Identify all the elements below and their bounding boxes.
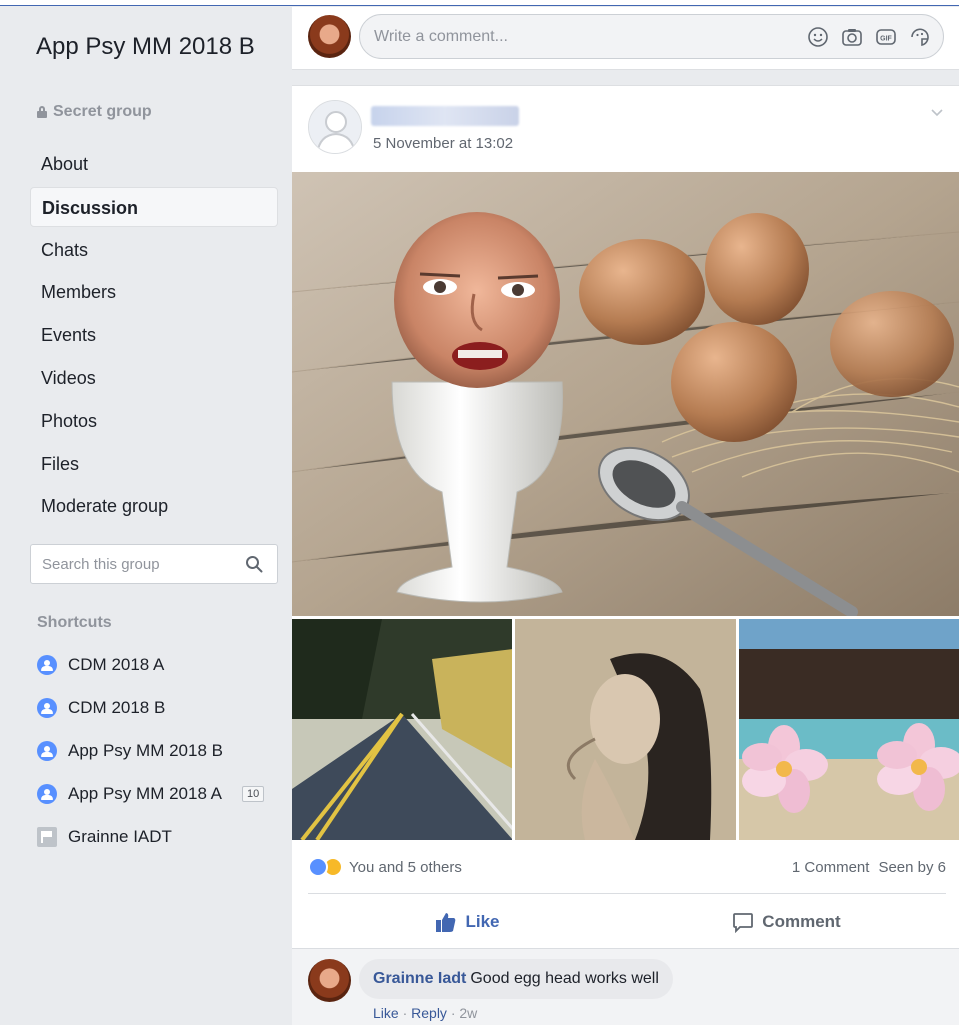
shortcut-cdm-2018-a[interactable]: CDM 2018 A xyxy=(37,643,277,686)
nav-item-videos[interactable]: Videos xyxy=(30,358,278,398)
photo-thumb-flowers-beach[interactable] xyxy=(738,619,959,840)
page-flag-icon xyxy=(37,826,57,847)
road-photo xyxy=(292,619,513,840)
post-main-photo[interactable] xyxy=(292,172,959,616)
search-icon[interactable] xyxy=(245,555,263,573)
comments-section: Grainne Iadt Good egg head works well Lik… xyxy=(292,948,959,1025)
comment-icon xyxy=(733,913,754,933)
reactions-divider xyxy=(308,893,946,894)
comment-author-avatar[interactable] xyxy=(308,959,351,1002)
photo-thumb-woman-portrait[interactable] xyxy=(515,619,736,840)
comment-meta-separator: · xyxy=(402,1005,408,1021)
camera-icon[interactable] xyxy=(841,26,863,48)
photo-thumb-road[interactable] xyxy=(292,619,513,840)
shortcut-app-psy-mm-2018-a[interactable]: App Psy MM 2018 A 10 xyxy=(37,772,277,815)
comment-text: Good egg head works well xyxy=(470,970,659,987)
shortcut-grainne-iadt[interactable]: Grainne IADT xyxy=(37,815,277,858)
gif-icon[interactable]: GIF xyxy=(875,26,897,48)
group-privacy-label: Secret group xyxy=(53,103,152,120)
nav-item-chats[interactable]: Chats xyxy=(30,230,278,270)
comment-button-label: Comment xyxy=(762,912,841,931)
shortcut-cdm-2018-b[interactable]: CDM 2018 B xyxy=(37,686,277,729)
comment-reply-link[interactable]: Reply xyxy=(411,1005,447,1021)
post-author-avatar[interactable] xyxy=(308,100,362,154)
group-icon xyxy=(37,740,57,761)
group-icon xyxy=(37,783,57,804)
thumbs-up-icon xyxy=(436,913,456,932)
notification-count-badge: 10 xyxy=(242,785,265,802)
nav-item-photos[interactable]: Photos xyxy=(30,401,278,441)
composer-tools: GIF xyxy=(807,26,931,48)
group-privacy: Secret group xyxy=(37,103,152,121)
post-timestamp[interactable]: 5 November at 13:02 xyxy=(373,135,513,152)
group-search xyxy=(30,544,278,584)
shortcut-label: App Psy MM 2018 A xyxy=(68,783,223,803)
comment-composer: Write a comment... GIF xyxy=(292,7,959,70)
reactions-bar: You and 5 others 1 Comment Seen by 6 xyxy=(308,852,946,882)
shortcut-label: CDM 2018 B xyxy=(68,697,166,717)
comment-like-link[interactable]: Like xyxy=(373,1005,399,1021)
post-actions: Like Comment xyxy=(308,901,946,943)
comment-meta-separator: · xyxy=(450,1005,456,1021)
group-sidebar: App Psy MM 2018 B Secret group About Dis… xyxy=(0,7,292,1025)
default-avatar-icon xyxy=(309,101,361,153)
group-nav: About Discussion Chats Members Events Vi… xyxy=(30,144,278,529)
group-search-input[interactable] xyxy=(31,545,231,583)
shortcuts-list: CDM 2018 A CDM 2018 B App Psy MM 2018 B … xyxy=(37,643,277,858)
shortcuts-title: Shortcuts xyxy=(37,614,112,631)
nav-item-events[interactable]: Events xyxy=(30,315,278,355)
comment-meta: Like · Reply · 2w xyxy=(373,1005,477,1021)
flowers-photo xyxy=(738,619,959,840)
group-post: 5 November at 13:02 You and 5 others 1 C… xyxy=(292,85,959,1025)
group-title[interactable]: App Psy MM 2018 B xyxy=(36,33,276,61)
portrait-photo xyxy=(515,619,736,840)
lock-icon xyxy=(37,106,47,118)
post-photo-thumbnails xyxy=(292,619,959,840)
nav-item-members[interactable]: Members xyxy=(30,272,278,312)
current-user-avatar[interactable] xyxy=(308,15,351,58)
like-button-label: Like xyxy=(465,912,500,931)
comment-author-name[interactable]: Grainne Iadt xyxy=(373,970,466,987)
like-button[interactable]: Like xyxy=(308,901,627,943)
nav-item-files[interactable]: Files xyxy=(30,444,278,484)
shortcut-label: CDM 2018 A xyxy=(68,654,165,674)
write-comment-input[interactable]: Write a comment... GIF xyxy=(359,14,944,59)
egg-head-photo xyxy=(292,172,959,616)
post-author-name-redacted[interactable] xyxy=(371,106,519,126)
write-comment-placeholder: Write a comment... xyxy=(374,28,508,45)
reactions-summary[interactable]: You and 5 others xyxy=(349,859,462,876)
nav-item-moderate-group[interactable]: Moderate group xyxy=(30,486,278,526)
group-icon xyxy=(37,697,57,718)
shortcut-label: Grainne IADT xyxy=(68,826,172,846)
like-reaction-icon[interactable] xyxy=(308,857,328,877)
emoji-icon[interactable] xyxy=(807,26,829,48)
comment-button[interactable]: Comment xyxy=(627,901,946,943)
shortcut-app-psy-mm-2018-b[interactable]: App Psy MM 2018 B xyxy=(37,729,277,772)
comment-age[interactable]: 2w xyxy=(459,1005,477,1021)
nav-item-discussion[interactable]: Discussion xyxy=(30,186,278,227)
sticker-icon[interactable] xyxy=(909,26,931,48)
nav-item-about[interactable]: About xyxy=(30,144,278,184)
chevron-down-icon[interactable] xyxy=(931,106,943,118)
top-bar-edge xyxy=(0,0,959,6)
comment-bubble: Grainne Iadt Good egg head works well xyxy=(359,959,673,999)
svg-text:GIF: GIF xyxy=(880,36,892,43)
seen-by-count[interactable]: Seen by 6 xyxy=(878,859,946,876)
shortcut-label: App Psy MM 2018 B xyxy=(68,740,223,760)
comment-count[interactable]: 1 Comment xyxy=(792,859,870,876)
group-icon xyxy=(37,654,57,675)
